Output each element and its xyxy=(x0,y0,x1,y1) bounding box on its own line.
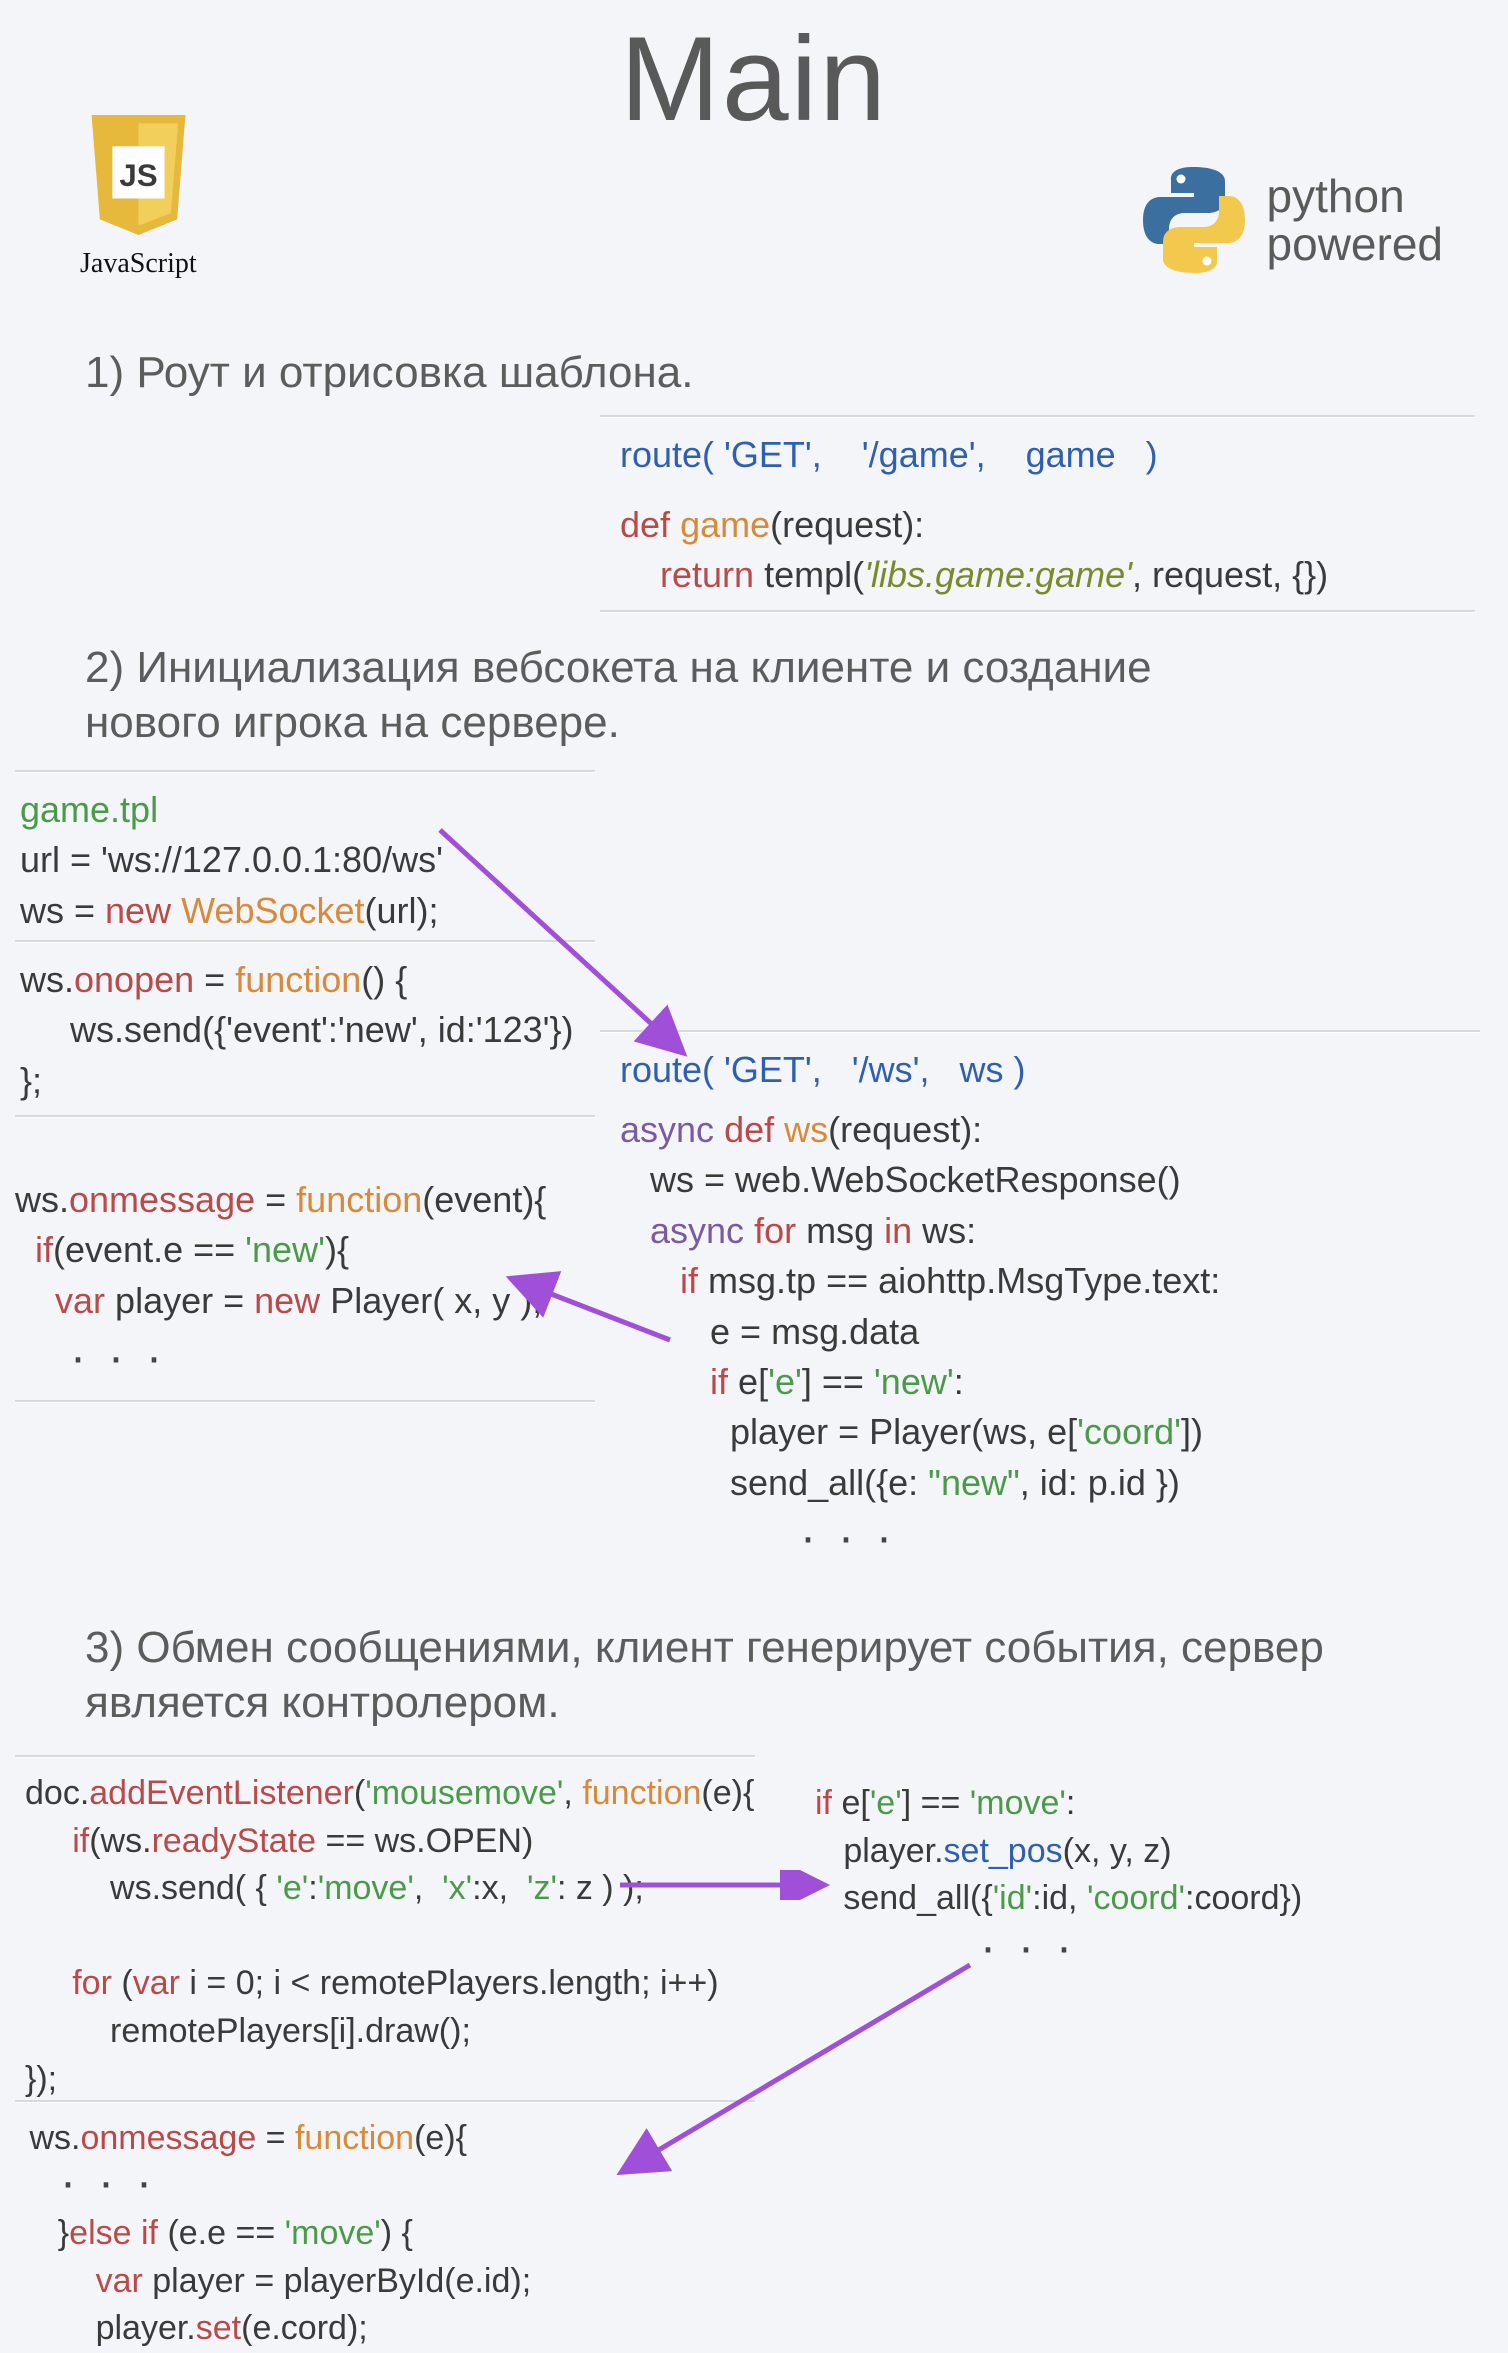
divider xyxy=(15,770,595,772)
divider xyxy=(600,1030,1480,1032)
code-js-mousemove: doc.addEventListener('mousemove', functi… xyxy=(25,1770,754,2103)
code-js-onmessage: ws.onmessage = function(event){ if(event… xyxy=(15,1175,546,1326)
ellipsis: ··· xyxy=(40,1330,184,1385)
python-icon xyxy=(1139,165,1249,275)
javascript-logo: JS JavaScript xyxy=(80,115,197,280)
code-js-onopen: ws.onopen = function() { ws.send({'event… xyxy=(20,955,574,1106)
python-label: python powered xyxy=(1267,172,1443,269)
divider xyxy=(15,1115,595,1117)
code-py-move: if e['e'] == 'move': player.set_pos(x, y… xyxy=(815,1780,1302,1923)
section-1-title: 1) Роут и отрисовка шаблона. xyxy=(85,345,694,400)
divider xyxy=(600,415,1475,417)
divider xyxy=(15,2100,755,2102)
divider xyxy=(15,1755,755,1757)
svg-text:JS: JS xyxy=(119,158,157,193)
divider xyxy=(600,610,1475,612)
code-route-game: route( 'GET', '/game', game ) xyxy=(620,430,1158,480)
page-title: Main xyxy=(0,0,1508,148)
ellipsis: ··· xyxy=(950,1920,1094,1975)
ellipsis: ··· xyxy=(770,1510,914,1565)
python-label-line1: python xyxy=(1267,172,1443,220)
python-logo: python powered xyxy=(1139,165,1443,275)
javascript-label: JavaScript xyxy=(80,248,197,280)
code-game-tpl: game.tpl url = 'ws://127.0.0.1:80/ws' ws… xyxy=(20,785,443,936)
section-2-title: 2) Инициализация вебсокета на клиенте и … xyxy=(85,640,1285,750)
section-3-title: 3) Обмен сообщениями, клиент генерирует … xyxy=(85,1620,1385,1730)
python-label-line2: powered xyxy=(1267,220,1443,268)
ellipsis: ··· xyxy=(30,2155,174,2210)
code-py-async: async def ws(request): ws = web.WebSocke… xyxy=(620,1105,1220,1508)
divider xyxy=(15,940,595,942)
code-route-ws: route( 'GET', '/ws', ws ) xyxy=(620,1045,1026,1095)
divider xyxy=(15,1400,595,1402)
js-shield-icon: JS xyxy=(86,115,191,235)
code-js-elseif: }else if (e.e == 'move') { var player = … xyxy=(20,2210,531,2353)
code-def-game: def game(request): return templ('libs.ga… xyxy=(620,500,1328,601)
